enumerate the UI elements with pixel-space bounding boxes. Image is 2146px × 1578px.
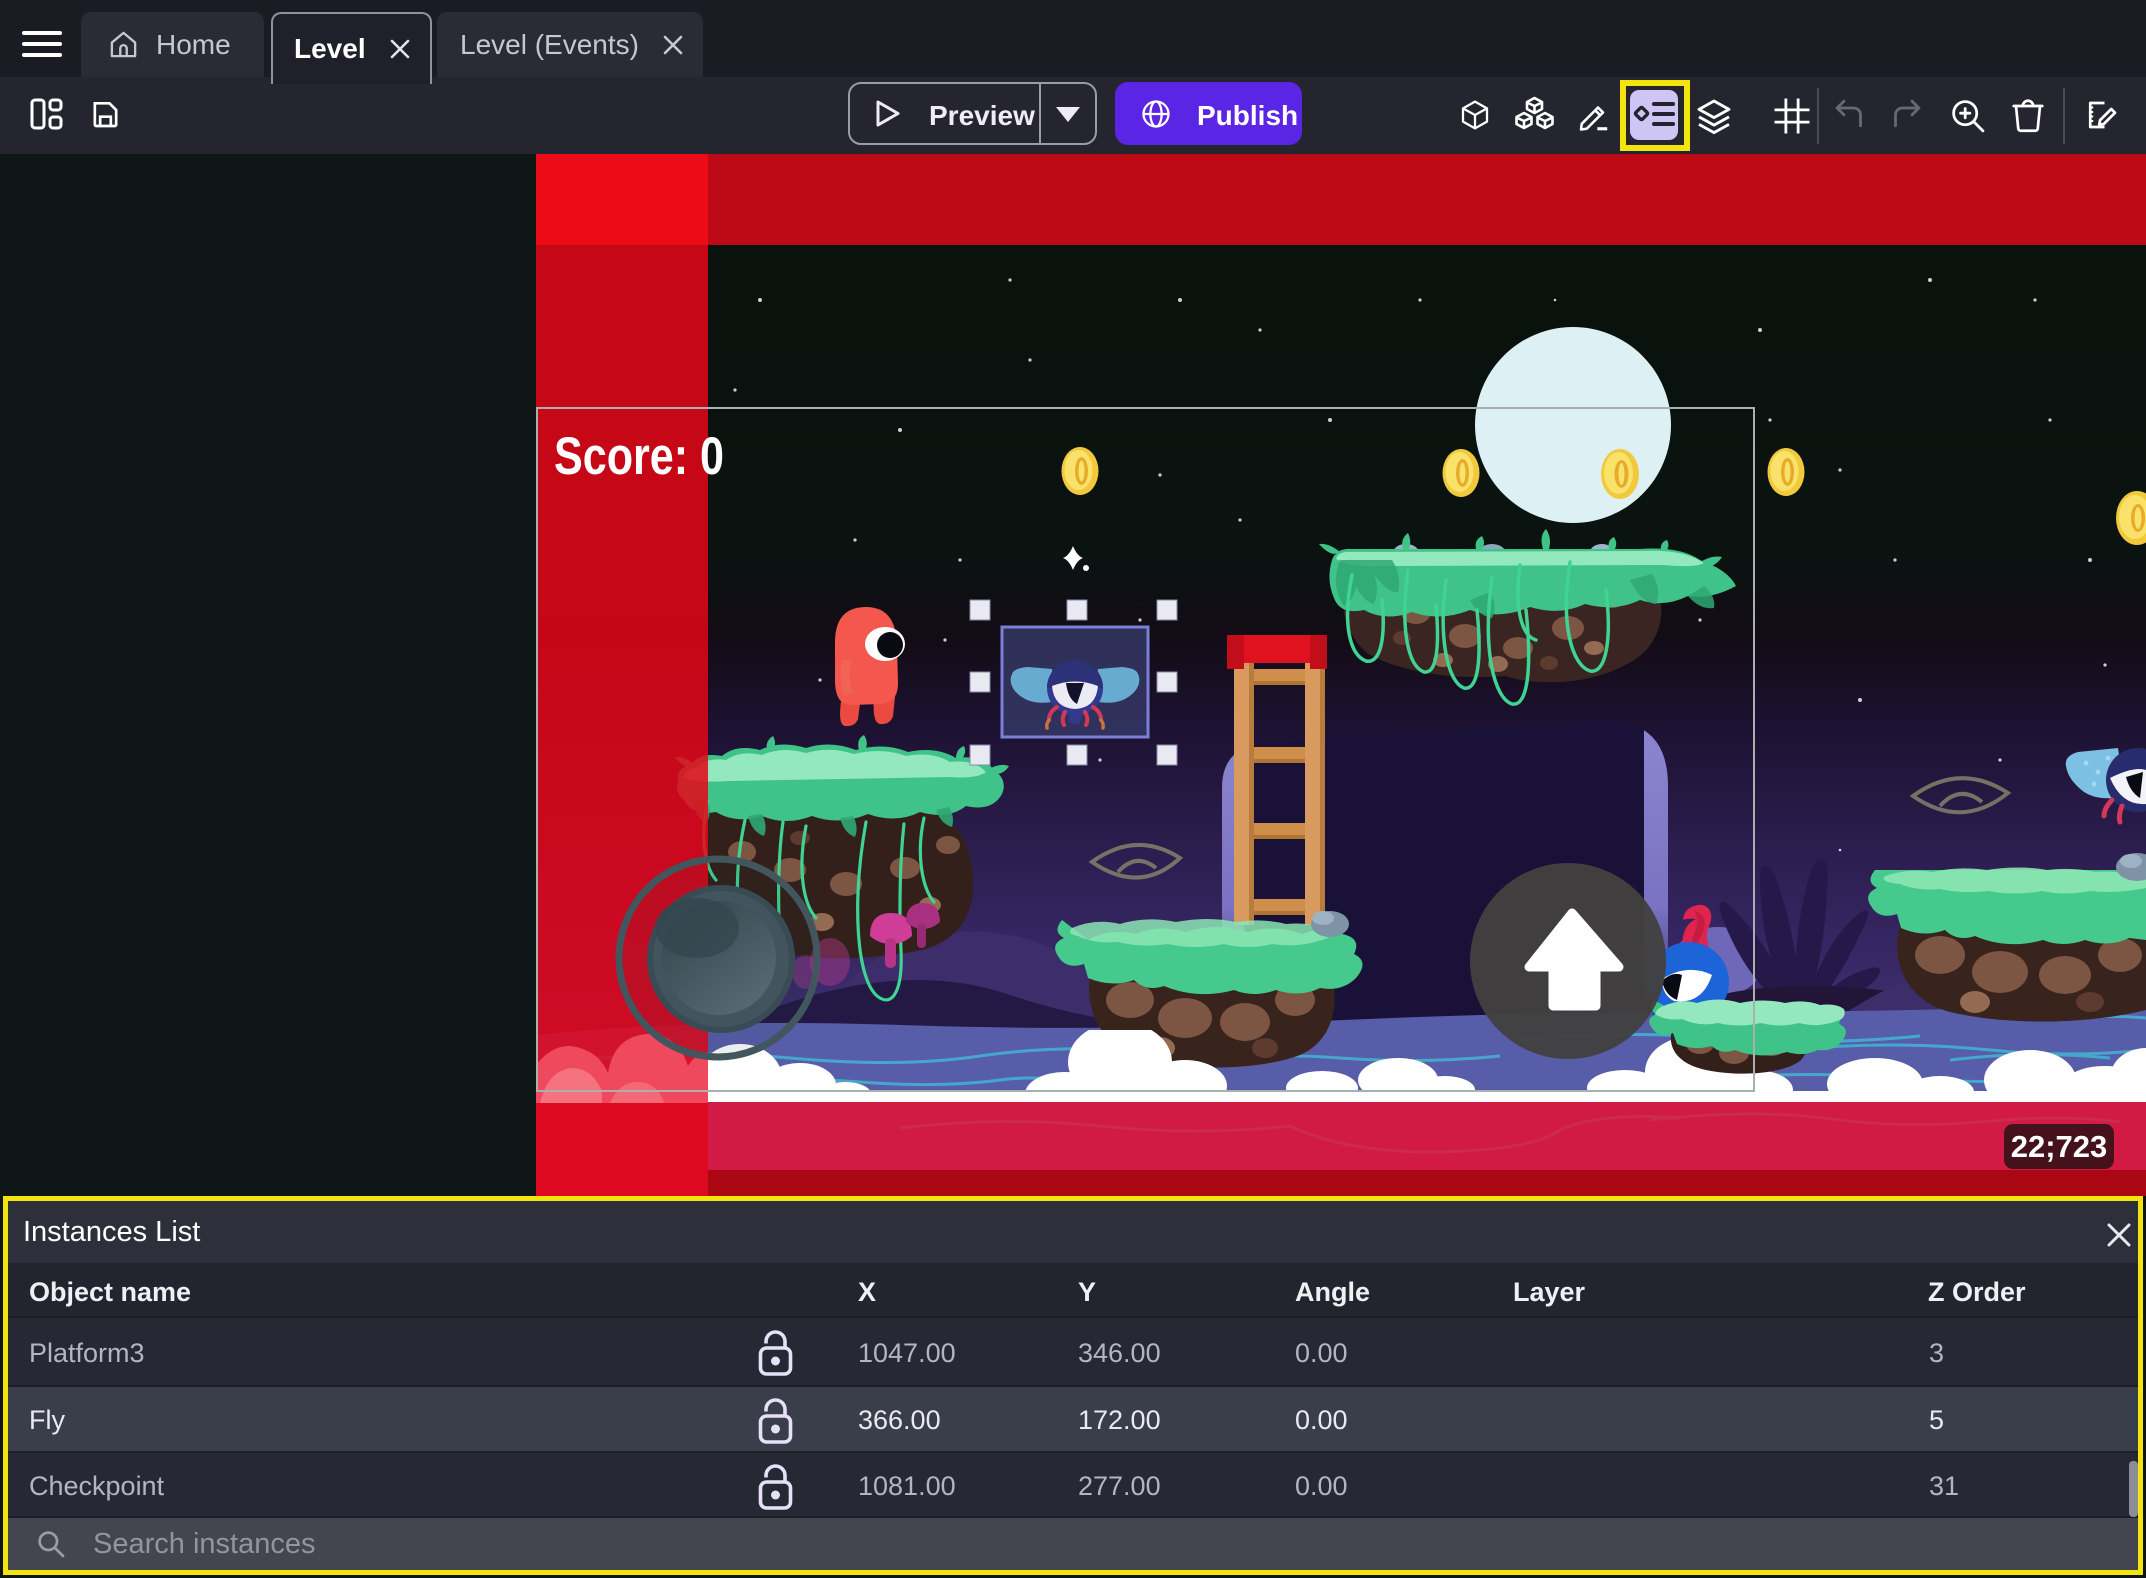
svg-text:22;723: 22;723	[2011, 1129, 2108, 1164]
svg-text:Score: 0: Score: 0	[554, 427, 724, 486]
